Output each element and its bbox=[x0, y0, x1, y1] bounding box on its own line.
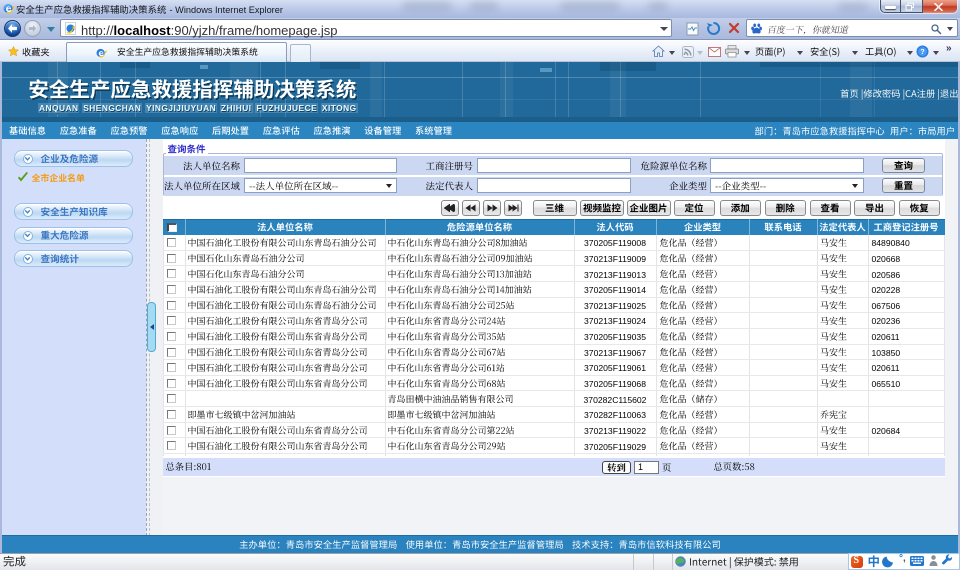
svg-text:?: ? bbox=[920, 49, 924, 56]
